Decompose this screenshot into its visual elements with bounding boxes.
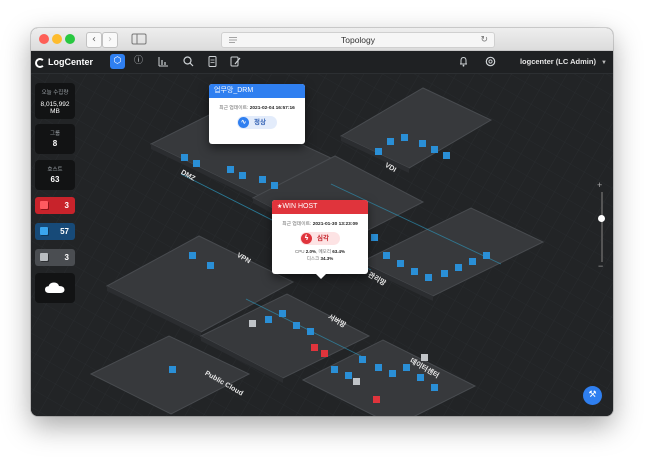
reload-icon[interactable]: ↻ (480, 33, 488, 47)
zoom-slider-track[interactable] (601, 192, 603, 262)
gear-icon[interactable] (483, 54, 498, 69)
memory-label: 메모리 (318, 249, 331, 254)
group-count-value: 8 (52, 139, 58, 148)
forward-icon[interactable]: › (102, 32, 118, 48)
popup-win-pointer (316, 274, 326, 279)
normal-host-count: 57 (60, 227, 69, 236)
document-icon[interactable] (205, 54, 220, 69)
unknown-host-count: 3 (64, 253, 69, 262)
popup-win-updated-label: 최근 업데이트: (282, 222, 312, 227)
address-bar[interactable]: Topology ↻ (221, 32, 495, 48)
app-logo[interactable]: LogCenter (35, 55, 93, 69)
logo-text: LogCenter (48, 57, 93, 67)
host-popup-drm[interactable]: 업무망_DRM 최근 업데이트: 2021-02-04 16:57:16 ∿ 정… (209, 84, 305, 144)
group-count-label: 그룹 (49, 131, 61, 137)
lightning-icon: ϟ (301, 233, 312, 244)
user-menu[interactable]: logcenter (LC Admin) ▼ (520, 55, 607, 70)
critical-cube-icon (40, 201, 48, 209)
cloud-icon (45, 282, 65, 293)
popup-win-header: ★WIN HOST (272, 200, 368, 214)
topology-view-icon[interactable]: ⬡ (110, 54, 125, 69)
cpu-label: CPU (294, 249, 305, 254)
browser-window: ‹ › Topology ↻ LogCenter ⬡ ⓘ logcenter (… (31, 28, 613, 416)
back-icon[interactable]: ‹ (86, 32, 102, 48)
search-icon[interactable] (181, 54, 196, 69)
normal-cube-icon (40, 227, 48, 235)
close-window-button[interactable] (39, 34, 49, 44)
popup-win-title: WIN HOST (282, 203, 318, 210)
popup-drm-updated-value: 2021-02-04 16:57:16 (249, 106, 295, 111)
app-header: LogCenter ⬡ ⓘ logcenter (LC Admin) ▼ (31, 51, 613, 74)
critical-host-count: 3 (64, 201, 69, 210)
disk-label: 디스크 (306, 256, 320, 261)
group-count-card[interactable]: 그룹 8 (35, 124, 75, 154)
pulse-icon: ∿ (238, 117, 249, 128)
total-collected-value: 8,015,992 MB (40, 101, 70, 115)
status-normal-badge: ∿ 정상 (237, 116, 277, 129)
normal-host-filter[interactable]: 57 (35, 223, 75, 240)
unknown-cube-icon (40, 253, 48, 261)
logo-icon (35, 57, 45, 68)
user-name: logcenter (LC Admin) (519, 57, 596, 66)
zoom-out-icon[interactable]: − (598, 262, 603, 271)
host-count-card[interactable]: 호스트 63 (35, 160, 75, 190)
sidebar-toggle-icon[interactable] (131, 32, 147, 46)
critical-host-filter[interactable]: 3 (35, 197, 75, 214)
popup-win-updated-value: 2021-01-30 13:23:09 (312, 222, 358, 227)
popup-drm-updated-label: 최근 업데이트: (219, 106, 249, 111)
memory-value: 63.4% (332, 249, 345, 254)
popup-win-updated: 최근 업데이트: 2021-01-30 13:23:09 (272, 220, 368, 227)
help-button[interactable]: ⚒ (583, 386, 602, 405)
topology-canvas[interactable]: DMZ VDI VPN 관리망 서버망 데이터센터 Public Cloud 오… (31, 74, 613, 416)
popup-win-stats: CPU 2.0%, 메모리 63.4% 디스크 34.3% (294, 249, 345, 261)
host-popup-win[interactable]: ★WIN HOST 최근 업데이트: 2021-01-30 13:23:09 ϟ… (272, 200, 368, 274)
page-title: Topology (340, 35, 376, 45)
info-icon[interactable]: ⓘ (131, 54, 146, 69)
bell-icon[interactable] (456, 54, 471, 69)
total-collected-card: 오늘 수집량 8,015,992 MB (35, 83, 75, 119)
status-critical-badge: ϟ 심각 (300, 232, 340, 245)
chart-icon[interactable] (156, 54, 171, 69)
cpu-value: 2.0% (305, 249, 317, 254)
chevron-down-icon: ▼ (601, 60, 607, 66)
maximize-window-button[interactable] (65, 34, 75, 44)
cloud-filter[interactable] (35, 273, 75, 303)
popup-drm-status: 정상 (254, 119, 266, 126)
wrench-icon: ⚒ (588, 390, 597, 400)
zoom-in-icon[interactable]: + (597, 181, 602, 190)
popup-win-status: 심각 (317, 235, 329, 242)
unknown-host-filter[interactable]: 3 (35, 249, 75, 266)
minimize-window-button[interactable] (52, 34, 62, 44)
popup-drm-title: 업무망_DRM (209, 84, 305, 98)
zoom-slider-handle[interactable] (598, 215, 605, 222)
total-collected-label: 오늘 수집량 (41, 90, 69, 96)
edit-icon[interactable] (228, 54, 243, 69)
host-count-value: 63 (50, 175, 60, 184)
disk-value: 34.3% (320, 256, 334, 261)
host-count-label: 호스트 (47, 167, 63, 173)
popup-drm-updated: 최근 업데이트: 2021-02-04 16:57:16 (209, 104, 305, 111)
browser-toolbar: ‹ › Topology ↻ (31, 28, 613, 51)
